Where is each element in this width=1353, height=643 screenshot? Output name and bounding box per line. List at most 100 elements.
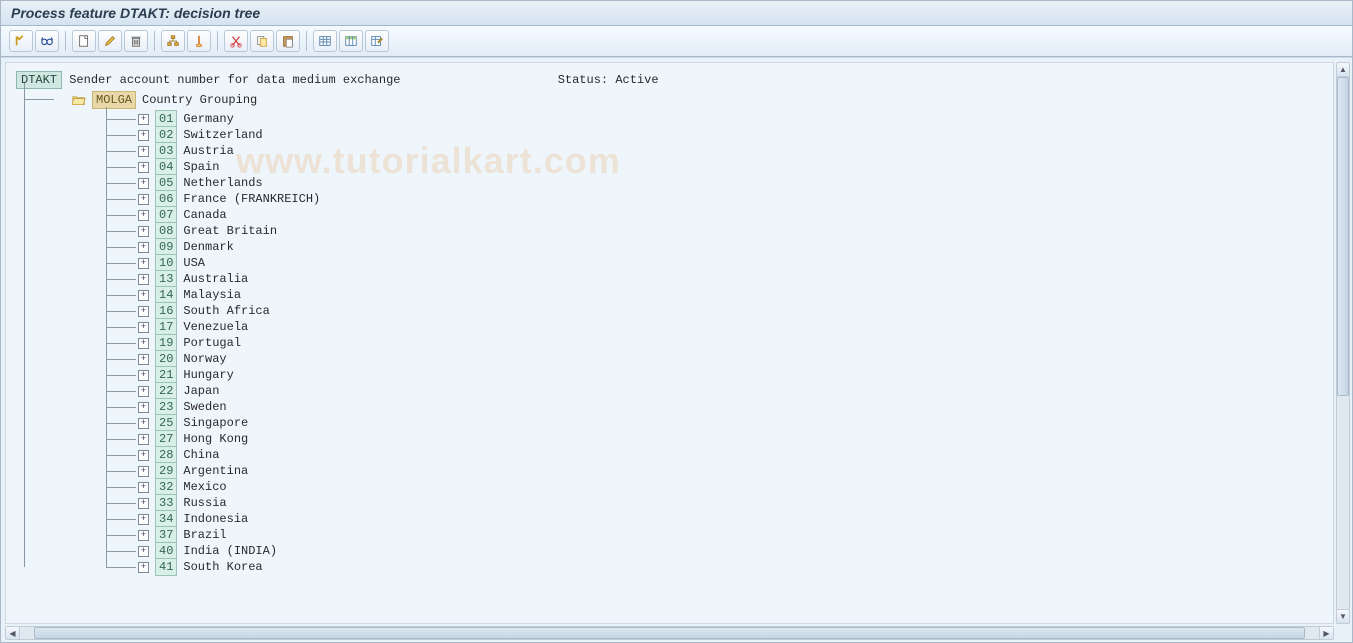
country-node[interactable]: +22Japan [120,383,1323,399]
country-name: Brazil [183,527,226,543]
country-name: Indonesia [183,511,248,527]
edit-table-button[interactable] [365,30,389,52]
country-name: Denmark [183,239,233,255]
country-node[interactable]: +10USA [120,255,1323,271]
delete-button[interactable] [124,30,148,52]
structure-icon [166,34,180,48]
expand-icon[interactable]: + [138,210,149,221]
expand-icon[interactable]: + [138,146,149,157]
expand-icon[interactable]: + [138,338,149,349]
country-node[interactable]: +20Norway [120,351,1323,367]
scroll-left-icon[interactable]: ◀ [6,627,20,639]
cut-icon [229,34,243,48]
country-node[interactable]: +33Russia [120,495,1323,511]
expand-icon[interactable]: + [138,178,149,189]
paste-button[interactable] [276,30,300,52]
highlight-button[interactable] [187,30,211,52]
expand-icon[interactable]: + [138,530,149,541]
country-name: Canada [183,207,226,223]
scroll-right-icon[interactable]: ▶ [1319,627,1333,639]
country-node[interactable]: +09Denmark [120,239,1323,255]
table-icon [318,34,332,48]
country-node[interactable]: +07Canada [120,207,1323,223]
expand-icon[interactable]: + [138,482,149,493]
scroll-thumb[interactable] [1337,77,1349,396]
country-node[interactable]: +34Indonesia [120,511,1323,527]
country-node[interactable]: +01Germany [120,111,1323,127]
expand-icon[interactable]: + [138,130,149,141]
country-node[interactable]: +14Malaysia [120,287,1323,303]
expand-icon[interactable]: + [138,402,149,413]
country-list: +01Germany+02Switzerland+03Austria+04Spa… [72,111,1323,575]
edit-button[interactable] [98,30,122,52]
feature-code[interactable]: DTAKT [16,71,62,89]
table-button[interactable] [313,30,337,52]
country-node[interactable]: +40India (INDIA) [120,543,1323,559]
create-button[interactable] [72,30,96,52]
edit-table-icon [370,34,384,48]
expand-icon[interactable]: + [138,162,149,173]
expand-icon[interactable]: + [138,370,149,381]
country-node[interactable]: +37Brazil [120,527,1323,543]
status: Status: Active [558,72,659,88]
country-node[interactable]: +16South Africa [120,303,1323,319]
expand-icon[interactable]: + [138,386,149,397]
scroll-track[interactable] [20,627,1319,639]
scroll-thumb[interactable] [34,627,1305,639]
expand-icon[interactable]: + [138,290,149,301]
country-node[interactable]: +29Argentina [120,463,1323,479]
expand-icon[interactable]: + [138,242,149,253]
content-area: www.tutorialkart.com DTAKT Sender accoun… [1,57,1352,642]
expand-icon[interactable]: + [138,322,149,333]
expand-icon[interactable]: + [138,114,149,125]
country-node[interactable]: +23Sweden [120,399,1323,415]
scroll-down-icon[interactable]: ▼ [1337,609,1349,623]
country-node[interactable]: +32Mexico [120,479,1323,495]
copy-button[interactable] [250,30,274,52]
scroll-track[interactable] [1337,77,1349,609]
check-button[interactable] [9,30,33,52]
country-node[interactable]: +21Hungary [120,367,1323,383]
horizontal-scrollbar[interactable]: ◀ ▶ [5,626,1334,640]
scroll-up-icon[interactable]: ▲ [1337,63,1349,77]
expand-icon[interactable]: + [138,434,149,445]
country-node[interactable]: +25Singapore [120,415,1323,431]
country-node[interactable]: +27Hong Kong [120,431,1323,447]
highlight-icon [192,34,206,48]
country-node[interactable]: +17Venezuela [120,319,1323,335]
molga-node[interactable]: MOLGA Country Grouping +01Germany+02Swit… [36,91,1323,575]
country-node[interactable]: +08Great Britain [120,223,1323,239]
country-node[interactable]: +04Spain [120,159,1323,175]
country-name: Germany [183,111,233,127]
expand-icon[interactable]: + [138,562,149,573]
country-node[interactable]: +13Australia [120,271,1323,287]
tree-panel: www.tutorialkart.com DTAKT Sender accoun… [5,62,1334,624]
table-settings-button[interactable] [339,30,363,52]
expand-icon[interactable]: + [138,226,149,237]
cut-button[interactable] [224,30,248,52]
structure-button[interactable] [161,30,185,52]
expand-icon[interactable]: + [138,546,149,557]
expand-icon[interactable]: + [138,354,149,365]
country-node[interactable]: +06France (FRANKREICH) [120,191,1323,207]
country-node[interactable]: +05Netherlands [120,175,1323,191]
country-node[interactable]: +03Austria [120,143,1323,159]
country-node[interactable]: +41South Korea [120,559,1323,575]
country-node[interactable]: +02Switzerland [120,127,1323,143]
expand-icon[interactable]: + [138,418,149,429]
expand-icon[interactable]: + [138,306,149,317]
expand-icon[interactable]: + [138,274,149,285]
country-name: USA [183,255,205,271]
expand-icon[interactable]: + [138,498,149,509]
country-name: Russia [183,495,226,511]
country-node[interactable]: +19Portugal [120,335,1323,351]
expand-icon[interactable]: + [138,194,149,205]
expand-icon[interactable]: + [138,258,149,269]
expand-icon[interactable]: + [138,450,149,461]
country-node[interactable]: +28China [120,447,1323,463]
vertical-scrollbar[interactable]: ▲ ▼ [1336,62,1350,624]
display-button[interactable] [35,30,59,52]
expand-icon[interactable]: + [138,514,149,525]
country-name: Malaysia [183,287,241,303]
expand-icon[interactable]: + [138,466,149,477]
